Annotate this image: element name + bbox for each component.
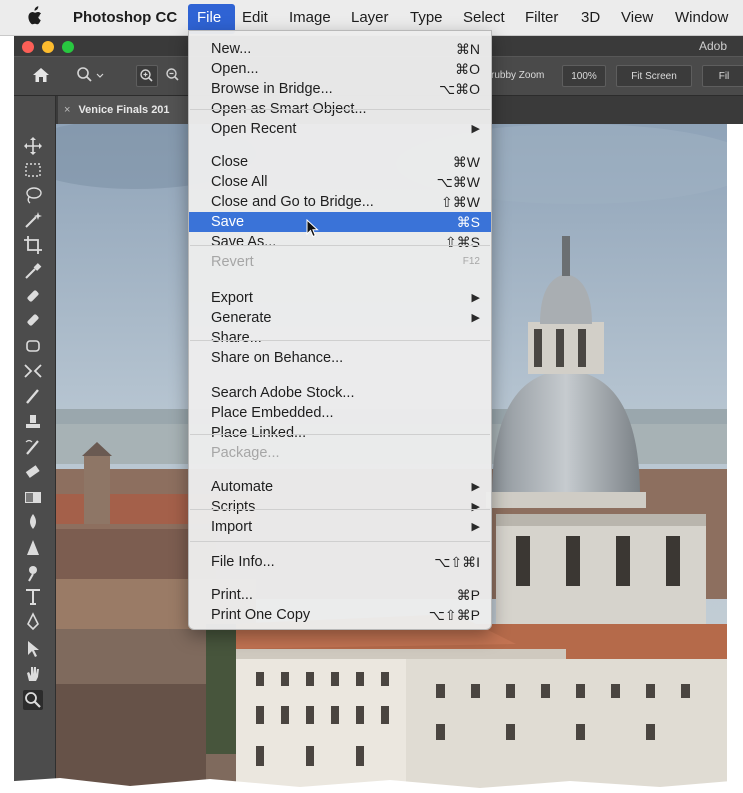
menu-item-shortcut: ⌘P	[456, 587, 480, 603]
menu-item-label: Import	[211, 519, 253, 535]
submenu-arrow-icon: ▶	[471, 481, 480, 493]
menu-item-print-one-copy[interactable]: Print One Copy ⌥⇧⌘P	[189, 605, 491, 625]
menu-item-open-recent[interactable]: Open Recent ▶	[189, 119, 491, 139]
menu-item-file-info[interactable]: File Info... ⌥⇧⌘I	[189, 552, 491, 572]
menubar-app-name[interactable]: Photoshop CC	[73, 9, 177, 26]
menu-item-package: Package...	[189, 443, 491, 463]
menu-item-label: Browse in Bridge...	[211, 81, 333, 97]
menubar-filter[interactable]: Filter	[525, 9, 558, 26]
menu-item-print[interactable]: Print... ⌘P	[189, 585, 491, 605]
file-menu: New... ⌘N Open... ⌘O Browse in Bridge... ⌥⌘O O…	[188, 30, 492, 630]
menu-item-shortcut: ⌘W	[452, 154, 480, 170]
screenshot-frame: Adob rubby Zoom 100% Fit Screen Fil >> ×…	[0, 0, 743, 793]
submenu-arrow-icon: ▶	[471, 292, 480, 304]
menu-item-label: Open...	[211, 61, 259, 77]
menubar-image[interactable]: Image	[289, 9, 331, 26]
menu-item-save-as[interactable]: Save As... ⇧⌘S	[189, 232, 491, 252]
submenu-arrow-icon: ▶	[471, 501, 480, 513]
menu-item-shortcut: ⌥⌘O	[438, 81, 480, 97]
menubar-view[interactable]: View	[621, 9, 653, 26]
menu-item-open[interactable]: Open... ⌘O	[189, 59, 491, 79]
menu-separator	[190, 340, 490, 341]
submenu-arrow-icon: ▶	[471, 123, 480, 135]
menu-item-revert: Revert F12	[189, 252, 491, 272]
menu-item-place-linked[interactable]: Place Linked...	[189, 423, 491, 443]
menu-item-label: Close All	[211, 174, 268, 190]
menu-item-close[interactable]: Close ⌘W	[189, 152, 491, 172]
menu-separator	[190, 541, 490, 542]
menubar-file-label: File	[197, 9, 222, 26]
menu-item-shortcut: ⌥⌘W	[436, 174, 480, 190]
menu-item-label: Open Recent	[211, 121, 297, 137]
menu-item-label: Package...	[211, 445, 280, 461]
menubar-window[interactable]: Window	[675, 9, 728, 26]
apple-logo-icon[interactable]	[26, 6, 42, 26]
menu-item-share-on-behance[interactable]: Share on Behance...	[189, 348, 491, 368]
menubar-type[interactable]: Type	[410, 9, 443, 26]
menu-item-generate[interactable]: Generate ▶	[189, 308, 491, 328]
menu-item-label: Revert	[211, 254, 254, 270]
menu-separator	[190, 245, 490, 246]
menubar-3d[interactable]: 3D	[581, 9, 600, 26]
menu-item-label: Place Linked...	[211, 425, 307, 441]
menubar-layer[interactable]: Layer	[351, 9, 389, 26]
menu-item-shortcut: F12	[462, 256, 480, 267]
menu-item-close-all[interactable]: Close All ⌥⌘W	[189, 172, 491, 192]
menu-item-share[interactable]: Share...	[189, 328, 491, 348]
menu-item-shortcut: ⌘N	[455, 41, 480, 57]
menu-item-label: Generate	[211, 310, 272, 326]
menu-item-label: Export	[211, 290, 253, 306]
menu-item-label: Close and Go to Bridge...	[211, 194, 374, 210]
submenu-arrow-icon: ▶	[471, 521, 480, 533]
menu-item-label: Print...	[211, 587, 253, 603]
menu-item-label: Close	[211, 154, 249, 170]
menu-item-shortcut: ⇧⌘W	[441, 194, 480, 210]
menu-separator	[190, 509, 490, 510]
menu-item-import[interactable]: Import ▶	[189, 517, 491, 537]
menu-item-export[interactable]: Export ▶	[189, 288, 491, 308]
submenu-arrow-icon: ▶	[471, 312, 480, 324]
menu-item-label: Save	[211, 214, 245, 230]
menu-item-save[interactable]: Save ⌘S	[189, 212, 491, 232]
menu-item-search-adobe-stock[interactable]: Search Adobe Stock...	[189, 383, 491, 403]
menu-item-new[interactable]: New... ⌘N	[189, 39, 491, 59]
menu-item-shortcut: ⌘S	[456, 214, 480, 230]
menu-item-label: Automate	[211, 479, 274, 495]
menu-item-label: New...	[211, 41, 252, 57]
menu-item-label: Search Adobe Stock...	[211, 385, 355, 401]
menu-item-label: Share...	[211, 330, 262, 346]
mouse-pointer-icon	[306, 218, 320, 244]
menubar-select[interactable]: Select	[463, 9, 505, 26]
menu-item-close-and-go-to-bridge[interactable]: Close and Go to Bridge... ⇧⌘W	[189, 192, 491, 212]
menu-item-label: Scripts	[211, 499, 256, 515]
menu-item-label: Print One Copy	[211, 607, 311, 623]
menu-separator	[190, 434, 490, 435]
menu-item-shortcut: ⇧⌘S	[444, 234, 480, 250]
menu-item-scripts[interactable]: Scripts ▶	[189, 497, 491, 517]
menu-item-place-embedded[interactable]: Place Embedded...	[189, 403, 491, 423]
menu-item-shortcut: ⌥⇧⌘P	[428, 607, 480, 623]
menu-separator	[190, 109, 490, 110]
menu-item-label: Place Embedded...	[211, 405, 334, 421]
menu-item-label: File Info...	[211, 554, 275, 570]
menu-item-shortcut: ⌥⇧⌘I	[434, 554, 480, 570]
menu-item-browse-in-bridge[interactable]: Browse in Bridge... ⌥⌘O	[189, 79, 491, 99]
menu-item-label: Share on Behance...	[211, 350, 344, 366]
menu-item-automate[interactable]: Automate ▶	[189, 477, 491, 497]
menu-item-label: Save As...	[211, 234, 277, 250]
menubar-edit[interactable]: Edit	[242, 9, 268, 26]
menu-item-shortcut: ⌘O	[455, 61, 480, 77]
